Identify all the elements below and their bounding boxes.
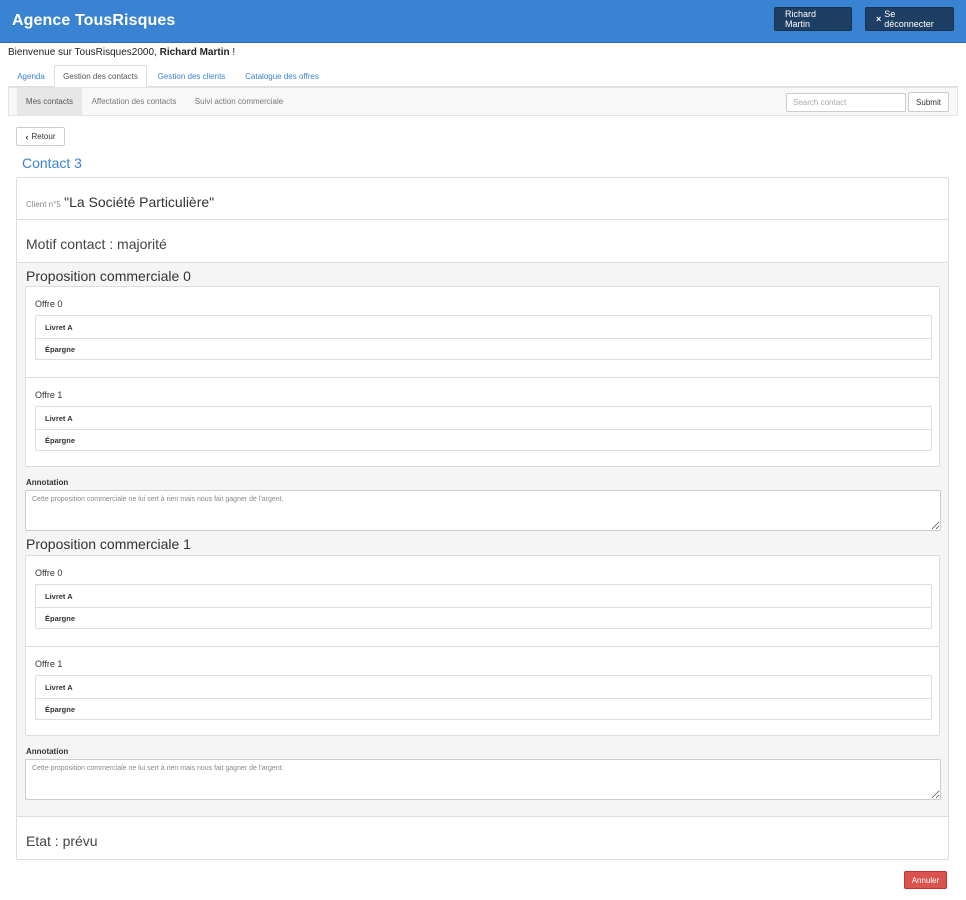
subnav-suivi-action[interactable]: Suivi action commerciale: [187, 88, 291, 115]
list-item: Livret A: [45, 322, 73, 332]
close-icon: ×: [876, 14, 882, 24]
offer-name: Offre 1: [35, 659, 63, 669]
search-input[interactable]: [786, 93, 906, 112]
annotation-label: Annotation: [26, 478, 69, 487]
main-tabs: Agenda Gestion des contacts Gestion des …: [8, 65, 958, 88]
annotation-label: Annotation: [26, 747, 69, 756]
chevron-left-icon: ‹: [25, 131, 29, 142]
annotation-field[interactable]: Cette proposition commerciale ne lui ser…: [25, 490, 941, 531]
list-item: Épargne: [36, 607, 931, 629]
etat-section: Etat : prévu: [17, 817, 948, 859]
list-item: Livret A: [45, 413, 73, 423]
list-item: Épargne: [36, 429, 931, 451]
proposition-title: Proposition commerciale 1: [26, 536, 191, 552]
offer-block: Offre 1 Livret A Épargne: [26, 377, 939, 467]
offer-items: Livret A Épargne: [35, 315, 932, 360]
list-item: Livret A: [45, 591, 73, 601]
contact-panel: Client n°5 "La Société Particulière" Mot…: [16, 177, 949, 860]
client-label: Client n°5: [26, 200, 61, 209]
logout-button[interactable]: × Se déconnecter: [865, 7, 954, 31]
annotation-field[interactable]: Cette proposition commerciale ne lui ser…: [25, 759, 941, 800]
subnav-affectation-contacts[interactable]: Affectation des contacts: [85, 88, 183, 115]
welcome-suffix: !: [229, 47, 236, 58]
proposition-title: Proposition commerciale 0: [26, 268, 191, 284]
user-button[interactable]: Richard Martin: [774, 7, 852, 31]
motif-contact: Motif contact : majorité: [26, 236, 167, 252]
offer-items: Livret A Épargne: [35, 675, 932, 720]
tab-agenda[interactable]: Agenda: [8, 65, 54, 88]
client-section: Client n°5 "La Société Particulière": [17, 178, 948, 220]
welcome-prefix: Bienvenue sur TousRisques2000,: [8, 47, 160, 58]
cancel-button[interactable]: Annuler: [904, 871, 947, 889]
list-item: Épargne: [36, 338, 931, 360]
logout-label: Se déconnecter: [884, 9, 934, 29]
back-label: Retour: [31, 132, 56, 141]
sub-navbar: Mes contacts Affectation des contacts Su…: [8, 87, 958, 116]
client-name: "La Société Particulière": [64, 194, 215, 210]
welcome-message: Bienvenue sur TousRisques2000, Richard M…: [8, 47, 235, 58]
offer-block: Offre 0 Livret A Épargne: [26, 287, 939, 377]
etat-contact: Etat : prévu: [26, 833, 98, 849]
client-info: Client n°5 "La Société Particulière": [26, 194, 214, 210]
offers-panel: Offre 0 Livret A Épargne Offre 1 Livret …: [25, 555, 940, 736]
offers-panel: Offre 0 Livret A Épargne Offre 1 Livret …: [25, 286, 940, 467]
tab-catalogue-offres[interactable]: Catalogue des offres: [237, 65, 327, 88]
tab-gestion-clients[interactable]: Gestion des clients: [149, 65, 234, 88]
back-button[interactable]: ‹ Retour: [16, 127, 65, 146]
subnav-mes-contacts[interactable]: Mes contacts: [17, 88, 82, 115]
tab-gestion-contacts[interactable]: Gestion des contacts: [54, 65, 147, 88]
list-item: Livret A: [45, 682, 73, 692]
offer-block: Offre 1 Livret A Épargne: [26, 646, 939, 736]
submit-button[interactable]: Submit: [908, 92, 949, 112]
top-navbar: Agence TousRisques Richard Martin × Se d…: [0, 0, 966, 43]
offer-name: Offre 1: [35, 390, 63, 400]
welcome-user: Richard Martin: [159, 47, 230, 58]
offer-name: Offre 0: [35, 299, 63, 309]
propositions-section: Proposition commerciale 0 Offre 0 Livret…: [17, 263, 948, 817]
motif-section: Motif contact : majorité: [17, 220, 948, 263]
offer-items: Livret A Épargne: [35, 584, 932, 629]
offer-name: Offre 0: [35, 568, 63, 578]
offer-items: Livret A Épargne: [35, 406, 932, 451]
page-title: Contact 3: [22, 155, 82, 171]
brand-title[interactable]: Agence TousRisques: [12, 12, 175, 30]
offer-block: Offre 0 Livret A Épargne: [26, 556, 939, 646]
list-item: Épargne: [36, 698, 931, 720]
